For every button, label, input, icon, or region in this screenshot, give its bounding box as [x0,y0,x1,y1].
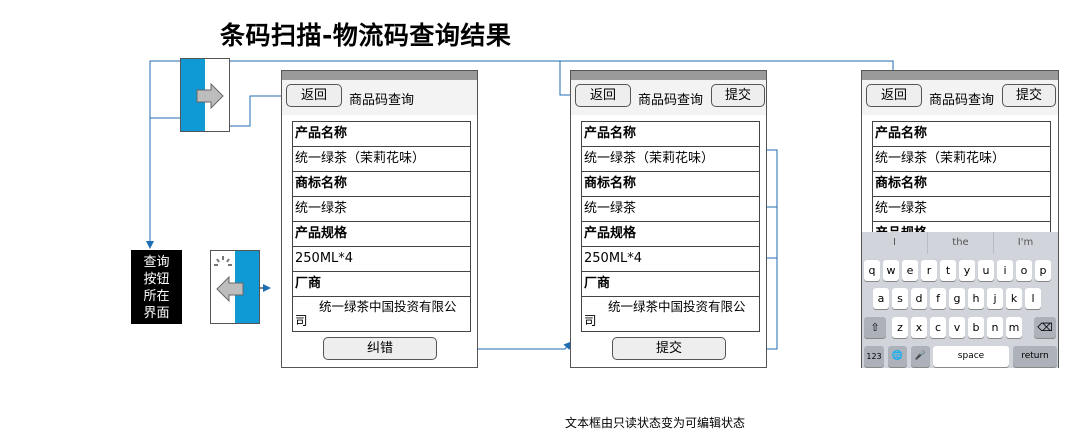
key-w[interactable]: w [883,260,899,281]
caption-line-4: 界面 [143,306,170,321]
product-info-table: 产品名称 统一绿茶（茉莉花味） 商标名称 统一绿茶 产品规格 [872,121,1051,237]
connector-top-loop [146,60,180,249]
suggestion-2[interactable]: the [927,232,994,254]
nav-title: 商品码查询 [929,93,995,108]
product-info-table: 产品名称 统一绿茶（茉莉花味） 商标名称 统一绿茶 产品规格 250ML*4 厂… [581,121,760,332]
key-n[interactable]: n [987,317,1003,338]
caption-line-1: 查询 [143,255,170,270]
field-label: 商标名称 [293,172,470,197]
spec-input[interactable]: 250ML*4 [582,247,759,272]
query-button-screen-label: 查询 按钮 所在 界面 [131,250,182,324]
key-r[interactable]: r [921,260,937,281]
key-s[interactable]: s [892,288,908,309]
key-i[interactable]: i [997,260,1013,281]
submit-top-button[interactable]: 提交 [711,84,765,107]
key-z[interactable]: z [892,317,908,338]
key-t[interactable]: t [940,260,956,281]
status-bar [282,71,477,80]
right-arrow-icon [196,83,224,109]
status-bar [571,71,766,80]
phone-screen-editable: 返回 商品码查询 提交 产品名称 统一绿茶（茉莉花味） 商标名称 统一绿茶 产品… [570,70,767,368]
suggestion-1[interactable]: I [862,232,927,254]
key-b[interactable]: b [968,317,984,338]
nav-title: 商品码查询 [638,93,704,108]
manufacturer-line-2: 司 [584,313,597,328]
manufacturer-field: 统一绿茶中国投资有限公 司 [293,297,470,331]
manufacturer-line-1: 统一绿茶中国投资有限公 [319,299,457,314]
key-o[interactable]: o [1016,260,1032,281]
manufacturer-line-2: 司 [295,313,308,328]
field-label: 产品规格 [293,222,470,247]
product-name-input[interactable]: 统一绿茶（茉莉花味） [582,147,759,172]
globe-key-icon[interactable]: 🌐 [888,346,907,367]
return-card-icon [210,250,260,324]
shift-key[interactable]: ⇧ [864,317,886,338]
key-d[interactable]: d [911,288,927,309]
manufacturer-line-1: 统一绿茶中国投资有限公 [608,299,746,314]
key-k[interactable]: k [1006,288,1022,309]
return-key[interactable]: return [1013,346,1057,367]
field-label: 商标名称 [873,172,1050,197]
field-label: 厂商 [582,272,759,297]
product-info-table: 产品名称 统一绿茶（茉莉花味） 商标名称 统一绿茶 产品规格 250ML*4 厂… [292,121,471,332]
back-button[interactable]: 返回 [575,84,631,107]
suggestion-3[interactable]: I'm [993,232,1058,254]
brand-name-field: 统一绿茶 [293,197,470,222]
key-x[interactable]: x [911,317,927,338]
key-l[interactable]: l [1025,288,1041,309]
key-h[interactable]: h [968,288,984,309]
loading-spinner-icon [214,256,232,266]
status-bar [862,71,1058,80]
key-m[interactable]: m [1006,317,1022,338]
caption-line-3: 所在 [143,289,170,304]
numbers-key[interactable]: 123 [864,346,884,367]
delete-key[interactable]: ⌫ [1034,317,1056,338]
key-f[interactable]: f [930,288,946,309]
key-j[interactable]: j [987,288,1003,309]
field-label: 厂商 [293,272,470,297]
submit-top-button[interactable]: 提交 [1002,84,1056,107]
spec-field: 250ML*4 [293,247,470,272]
connector-scan-to-back [230,95,287,127]
brand-name-input[interactable]: 统一绿茶 [582,197,759,222]
microphone-key-icon[interactable]: 🎤 [911,346,930,367]
key-y[interactable]: y [959,260,975,281]
report-error-button[interactable]: 纠错 [323,337,437,360]
back-button[interactable]: 返回 [286,84,342,107]
manufacturer-input[interactable]: 统一绿茶中国投资有限公 司 [582,297,759,331]
back-button[interactable]: 返回 [866,84,922,107]
key-p[interactable]: p [1035,260,1051,281]
field-label: 产品名称 [293,122,470,147]
scan-card-icon [180,58,230,132]
field-label: 产品名称 [873,122,1050,147]
on-screen-keyboard: I the I'm q w e r t y u i o p a s d f g … [862,232,1058,368]
field-label: 商标名称 [582,172,759,197]
key-c[interactable]: c [930,317,946,338]
caption-line-2: 按钮 [143,272,170,287]
key-g[interactable]: g [949,288,965,309]
nav-title: 商品码查询 [349,93,415,108]
footnote: 文本框由只读状态变为可编辑状态 [565,416,746,430]
field-label: 产品名称 [582,122,759,147]
key-q[interactable]: q [864,260,880,281]
key-a[interactable]: a [873,288,889,309]
phone-screen-readonly: 返回 商品码查询 产品名称 统一绿茶（茉莉花味） 商标名称 统一绿茶 产品规格 … [281,70,478,368]
field-label: 产品规格 [582,222,759,247]
space-key[interactable]: space [933,346,1009,367]
submit-bottom-button[interactable]: 提交 [612,337,726,360]
key-v[interactable]: v [949,317,965,338]
left-arrow-icon [216,276,244,302]
product-name-field: 统一绿茶（茉莉花味） [293,147,470,172]
product-name-input[interactable]: 统一绿茶（茉莉花味） [873,147,1050,172]
key-u[interactable]: u [978,260,994,281]
key-e[interactable]: e [902,260,918,281]
brand-name-input[interactable]: 统一绿茶 [873,197,1050,222]
